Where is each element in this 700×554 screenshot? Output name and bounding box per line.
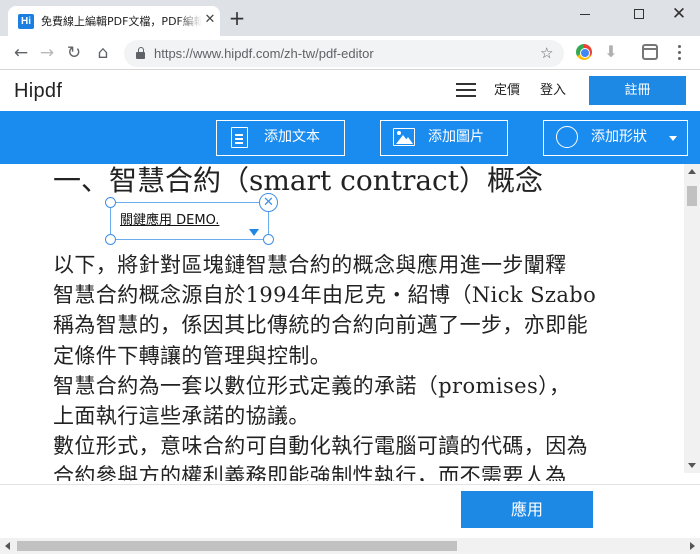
browser-tab[interactable]: Hi 免費線上編輯PDF文檔，PDF編輯器 ✕ [8, 6, 220, 36]
document-line[interactable]: 智慧合約概念源自於1994年由尼克・紹博（Nick Szabo [53, 280, 681, 310]
document-line[interactable]: 數位形式，意味合約可自動化執行電腦可讀的代碼，因為 [53, 431, 681, 461]
scrollbar-thumb[interactable] [17, 541, 457, 551]
browser-tab-strip: Hi 免費線上編輯PDF文檔，PDF編輯器 ✕ + ✕ [0, 0, 700, 36]
footer-divider [0, 484, 700, 485]
bookmark-star-icon[interactable]: ☆ [540, 43, 553, 63]
add-image-label: 添加圖片 [428, 129, 484, 145]
close-tab-icon[interactable]: ✕ [203, 13, 217, 27]
register-button[interactable]: 註冊 [589, 76, 686, 105]
scroll-left-icon[interactable] [5, 542, 10, 550]
hipdf-favicon-icon: Hi [18, 14, 34, 29]
nav-login-link[interactable]: 登入 [540, 82, 566, 99]
download-extension-icon[interactable]: ⬇ [601, 41, 621, 63]
document-line[interactable]: 智慧合約為一套以數位形式定義的承諾（promises）， [53, 371, 681, 401]
home-icon[interactable]: ⌂ [92, 42, 114, 64]
editor-toolbar: 添加文本 添加圖片 添加形狀 [0, 111, 700, 164]
text-style-dropdown-icon[interactable] [249, 229, 259, 236]
apply-button[interactable]: 應用 [461, 491, 593, 528]
add-shape-label: 添加形狀 [591, 129, 647, 145]
url-text[interactable]: https://www.hipdf.com/zh-tw/pdf-editor [154, 46, 374, 61]
document-text-icon [231, 127, 248, 148]
text-box-content[interactable]: 關鍵應用 DEMO. [120, 214, 219, 228]
scroll-down-icon[interactable] [688, 463, 696, 468]
resize-handle[interactable] [105, 197, 116, 208]
extension-icon[interactable] [642, 44, 658, 60]
circle-shape-icon [556, 126, 578, 148]
nav-pricing-link[interactable]: 定價 [494, 82, 520, 99]
document-heading[interactable]: 一、智慧合約（smart contract）概念 [53, 164, 543, 198]
site-header: Hipdf 定價 登入 註冊 [0, 71, 700, 111]
document-line[interactable]: 稱為智慧的，係因其比傳統的合約向前邁了一步，亦即能 [53, 310, 681, 340]
pdf-document-canvas[interactable]: 一、智慧合約（smart contract）概念 以下，將針對區塊鏈智慧合約的概… [0, 164, 700, 484]
document-line[interactable]: 以下，將針對區塊鏈智慧合約的概念與應用進一步闡釋 [53, 250, 681, 280]
document-body: 以下，將針對區塊鏈智慧合約的概念與應用進一步闡釋 智慧合約概念源自於1994年由… [53, 250, 681, 481]
delete-text-box-icon[interactable]: ✕ [259, 193, 278, 212]
document-line[interactable]: 合約參與方的權利義務即能強制性執行，而不需要人為 [53, 461, 681, 481]
scroll-right-icon[interactable] [690, 542, 695, 550]
resize-handle[interactable] [263, 234, 274, 245]
add-text-button[interactable]: 添加文本 [216, 120, 345, 156]
added-text-box[interactable]: 關鍵應用 DEMO. ✕ [105, 193, 278, 245]
resize-handle[interactable] [105, 234, 116, 245]
image-icon [393, 128, 415, 146]
add-image-button[interactable]: 添加圖片 [380, 120, 508, 156]
lock-icon [136, 47, 145, 59]
chevron-down-icon [669, 136, 677, 141]
document-line[interactable]: 上面執行這些承諾的協議。 [53, 401, 681, 431]
browser-toolbar: ← → ↻ ⌂ https://www.hipdf.com/zh-tw/pdf-… [0, 36, 700, 70]
address-bar[interactable]: https://www.hipdf.com/zh-tw/pdf-editor ☆ [124, 40, 564, 67]
scrollbar-thumb[interactable] [687, 186, 697, 206]
tab-title-fade [178, 10, 202, 32]
add-text-label: 添加文本 [264, 129, 320, 145]
hamburger-menu-icon[interactable] [456, 83, 476, 97]
close-window-button[interactable]: ✕ [656, 0, 700, 30]
page-horizontal-scrollbar[interactable] [0, 538, 700, 554]
new-tab-icon[interactable]: + [228, 8, 246, 28]
browser-menu-icon[interactable] [674, 42, 684, 62]
minimize-window-button[interactable] [562, 0, 608, 30]
hipdf-logo[interactable]: Hipdf [14, 80, 62, 102]
chrome-extension-icon[interactable] [576, 44, 592, 60]
document-vertical-scrollbar[interactable] [684, 164, 700, 473]
document-line[interactable]: 定條件下轉讓的管理與控制。 [53, 341, 681, 371]
tab-title: 免費線上編輯PDF文檔，PDF編輯器 [41, 15, 201, 28]
reload-icon[interactable]: ↻ [63, 42, 85, 64]
forward-arrow-icon[interactable]: → [36, 42, 58, 64]
back-arrow-icon[interactable]: ← [10, 42, 32, 64]
scroll-up-icon[interactable] [688, 169, 696, 174]
add-shape-dropdown[interactable]: 添加形狀 [543, 120, 688, 156]
